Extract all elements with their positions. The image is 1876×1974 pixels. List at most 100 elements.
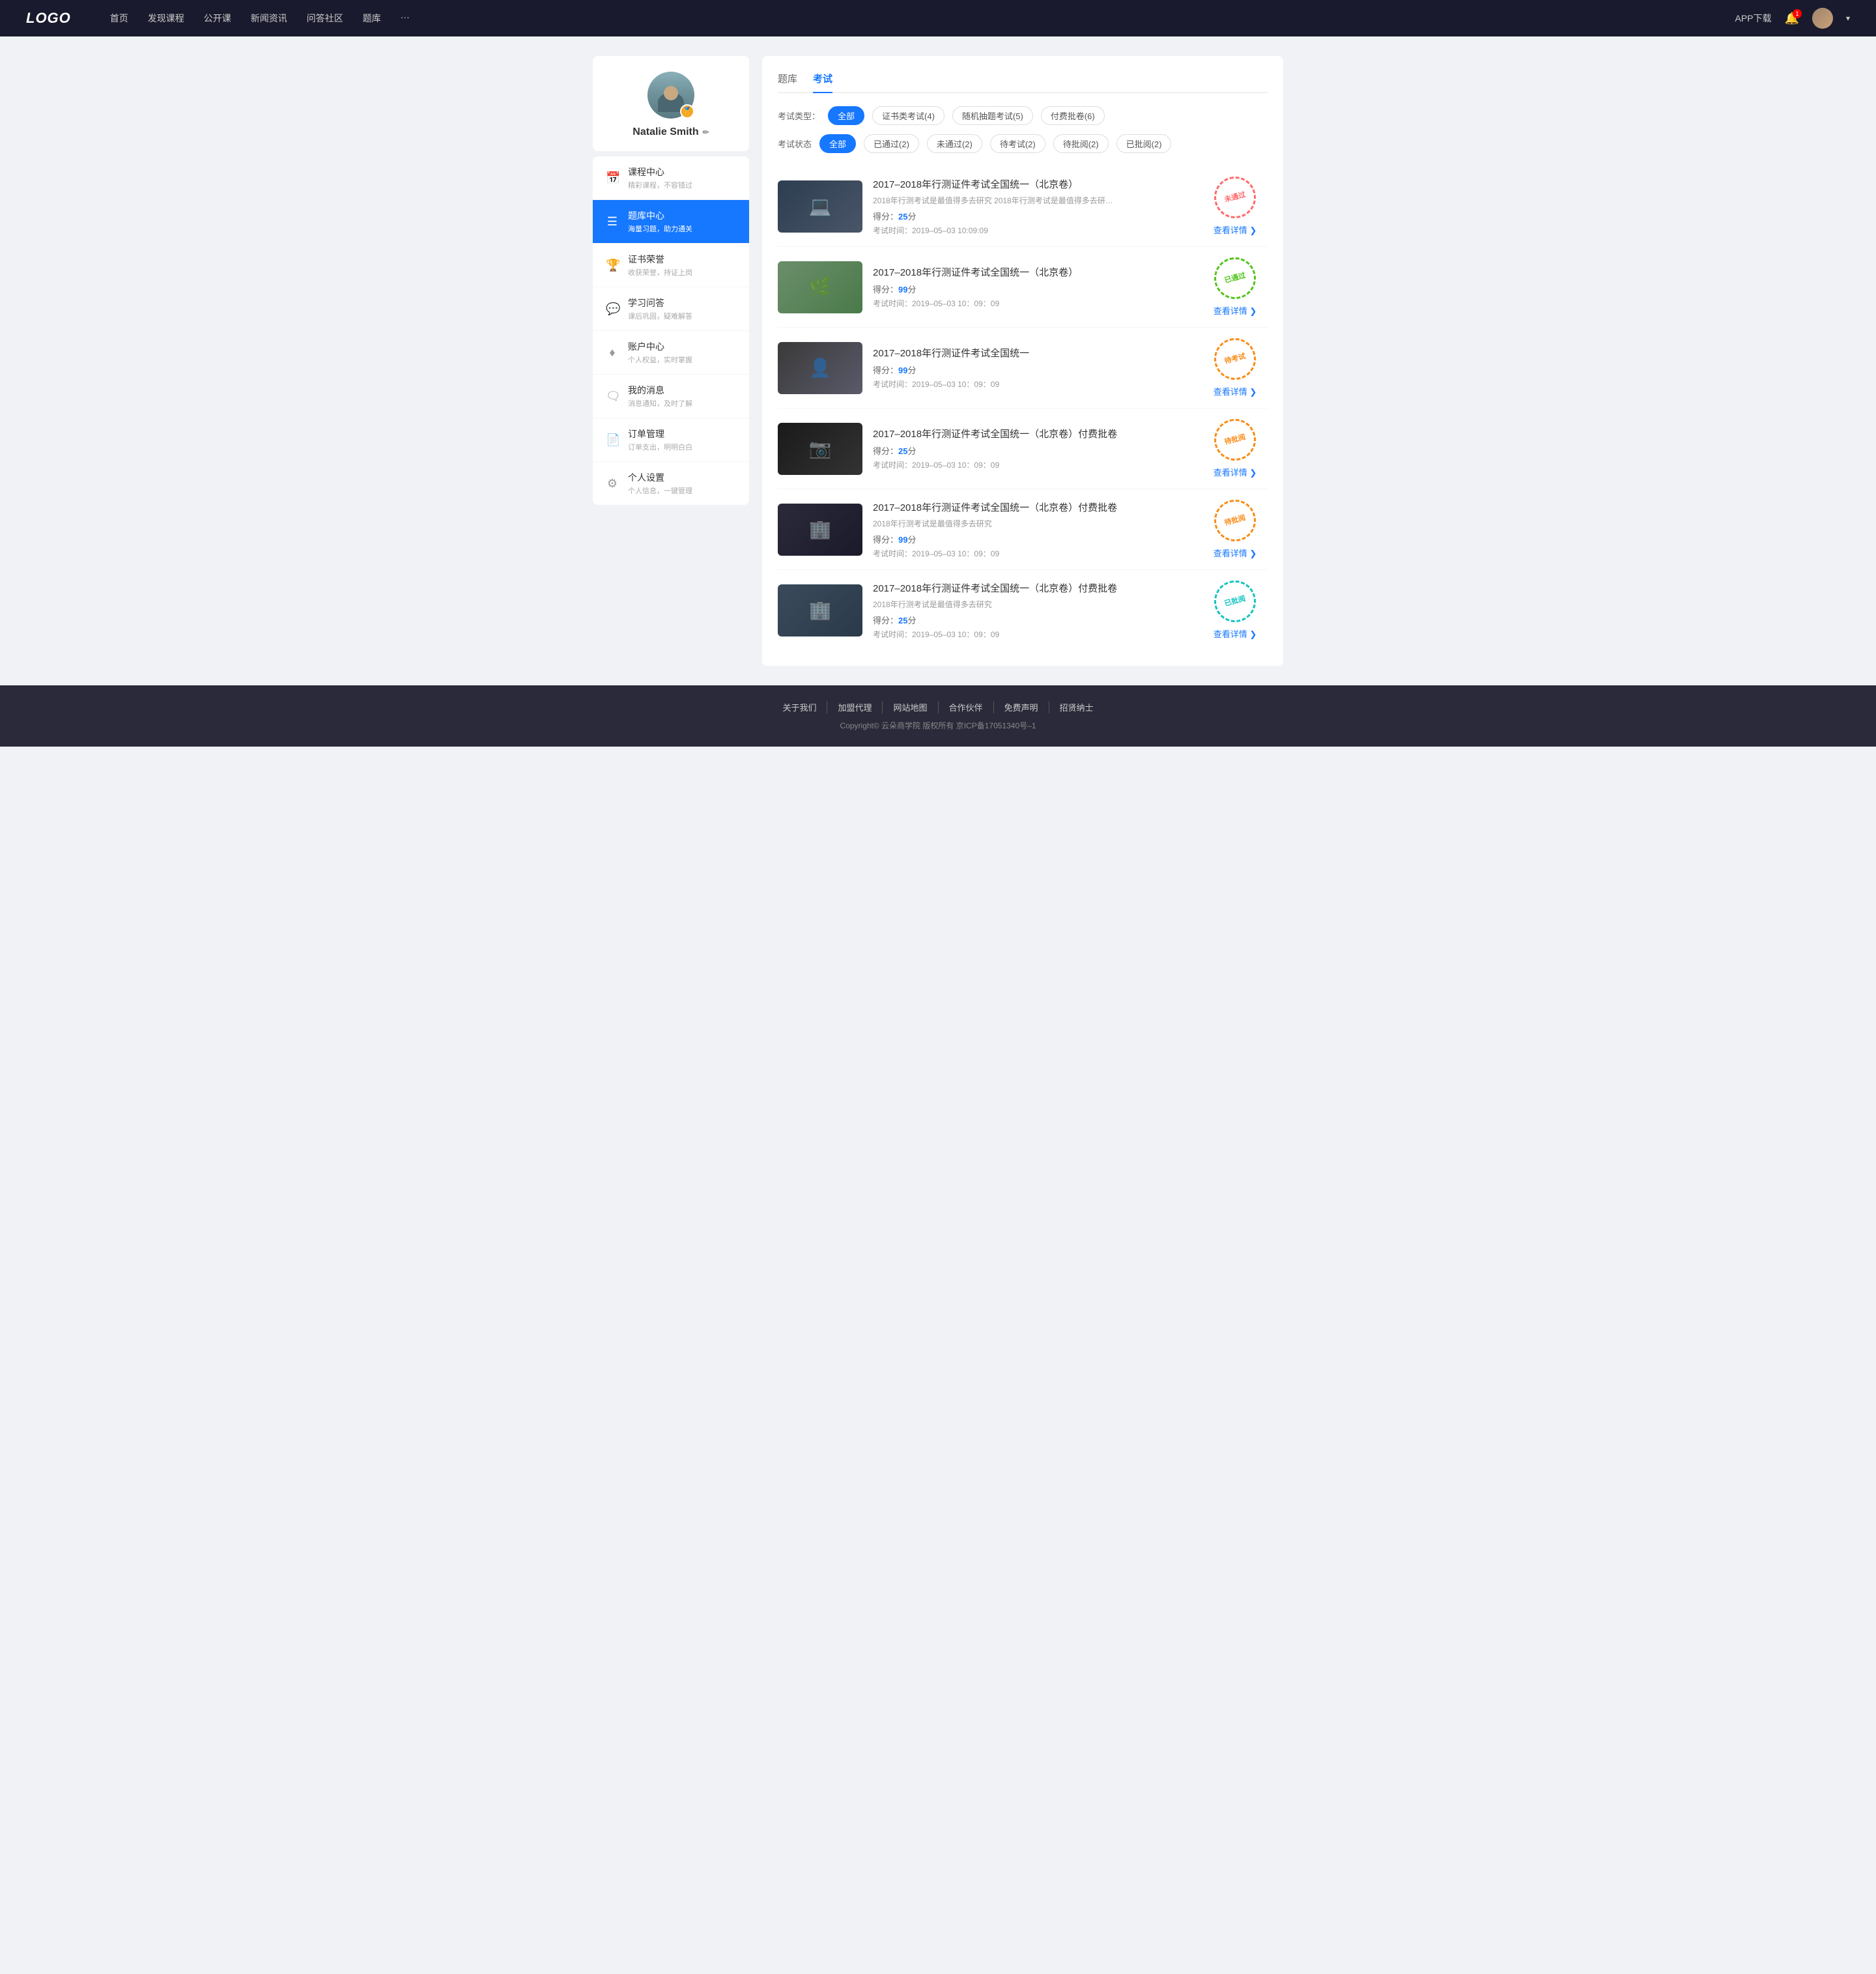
avatar[interactable] — [1812, 8, 1833, 29]
footer-link-网站地图[interactable]: 网站地图 — [883, 701, 938, 713]
footer-link-合作伙伴[interactable]: 合作伙伴 — [939, 701, 994, 713]
exam-thumbnail: 🌿 — [778, 261, 862, 313]
nav-item-首页[interactable]: 首页 — [110, 12, 128, 25]
orders-title: 订单管理 — [628, 427, 736, 440]
exam-status-wrap: 已批阅 查看详情 ❯ — [1202, 580, 1268, 640]
exam-status-stamp: 已批阅 — [1210, 576, 1260, 627]
settings-subtitle: 个人信息，一键管理 — [628, 485, 736, 496]
exam-item-2: 🌿 2017–2018年行测证件考试全国统一（北京卷） 得分：99分 考试时间：… — [778, 247, 1268, 328]
content-area: 题库考试 考试类型： 全部证书类考试(4) 随机抽题考试(5) 付费批卷(6) 考试… — [762, 56, 1283, 666]
course-icon: 📅 — [606, 171, 619, 185]
filter-status-已通过(2)[interactable]: 已通过(2) — [864, 134, 919, 153]
exam-detail-link[interactable]: 查看详情 ❯ — [1214, 547, 1257, 559]
notification-bell[interactable]: 🔔 1 — [1785, 12, 1799, 25]
notification-badge: 1 — [1793, 9, 1802, 18]
exam-time: 考试时间：2019–05–03 10：09：09 — [873, 298, 1192, 309]
nav-item-问答社区[interactable]: 问答社区 — [307, 12, 343, 25]
footer: 关于我们加盟代理网站地图合作伙伴免费声明招贤纳士 Copyright© 云朵商学… — [0, 685, 1876, 747]
exam-info: 2017–2018年行测证件考试全国统一（北京卷）付费批卷 得分：25分 考试时… — [873, 427, 1192, 470]
sidebar-item-qa[interactable]: 💬 学习问答 课后巩固，疑难解答 — [593, 287, 749, 331]
sidebar: 🏅 Natalie Smith ✏ 📅 课程中心 精彩课程，不容错过 ☰ 题库中… — [593, 56, 749, 666]
exam-score: 得分：25分 — [873, 210, 1192, 222]
filter-status-待批阅(2)[interactable]: 待批阅(2) — [1053, 134, 1109, 153]
exam-detail-link[interactable]: 查看详情 ❯ — [1214, 627, 1257, 640]
exam-detail-link[interactable]: 查看详情 ❯ — [1214, 385, 1257, 397]
exam-time: 考试时间：2019–05–03 10：09：09 — [873, 548, 1192, 559]
tab-考试[interactable]: 考试 — [813, 72, 832, 93]
exam-thumbnail: 👤 — [778, 342, 862, 394]
filter-status-未通过(2)[interactable]: 未通过(2) — [927, 134, 982, 153]
exam-status-wrap: 已通过 查看详情 ❯ — [1202, 257, 1268, 317]
sidebar-item-course[interactable]: 📅 课程中心 精彩课程，不容错过 — [593, 156, 749, 200]
exam-item-3: 👤 2017–2018年行测证件考试全国统一 得分：99分 考试时间：2019–… — [778, 328, 1268, 408]
exam-time: 考试时间：2019–05–03 10：09：09 — [873, 459, 1192, 470]
exam-detail-link[interactable]: 查看详情 ❯ — [1214, 466, 1257, 478]
footer-link-免费声明[interactable]: 免费声明 — [994, 701, 1049, 713]
exam-score: 得分：25分 — [873, 614, 1192, 626]
nav-item-题库[interactable]: 题库 — [363, 12, 381, 25]
sidebar-item-messages[interactable]: 🗨 我的消息 消息通知，及时了解 — [593, 375, 749, 418]
exam-score: 得分：99分 — [873, 283, 1192, 295]
footer-link-招贤纳士[interactable]: 招贤纳士 — [1049, 701, 1104, 713]
exam-thumbnail: 🏢 — [778, 584, 862, 637]
exam-info: 2017–2018年行测证件考试全国统一（北京卷） 得分：99分 考试时间：20… — [873, 265, 1192, 309]
exam-status-stamp: 已通过 — [1210, 253, 1260, 304]
sidebar-item-settings[interactable]: ⚙ 个人设置 个人信息，一键管理 — [593, 462, 749, 505]
main-container: 🏅 Natalie Smith ✏ 📅 课程中心 精彩课程，不容错过 ☰ 题库中… — [580, 36, 1296, 685]
filter-type-付费批卷(6)[interactable]: 付费批卷(6) — [1041, 106, 1105, 125]
filter-type-label: 考试类型： — [778, 109, 820, 122]
footer-link-关于我们[interactable]: 关于我们 — [772, 701, 827, 713]
certificate-subtitle: 收获荣誉，持证上岗 — [628, 267, 736, 278]
exam-status-stamp: 未通过 — [1210, 172, 1260, 223]
sidebar-item-certificate[interactable]: 🏆 证书荣誉 收获荣誉，持证上岗 — [593, 244, 749, 287]
nav-item-新闻资讯[interactable]: 新闻资讯 — [251, 12, 287, 25]
orders-subtitle: 订单支出，明明白白 — [628, 442, 736, 452]
exam-item-6: 🏢 2017–2018年行测证件考试全国统一（北京卷）付费批卷 2018年行测考… — [778, 570, 1268, 650]
exam-title: 2017–2018年行测证件考试全国统一（北京卷） — [873, 177, 1192, 191]
exam-detail-link[interactable]: 查看详情 ❯ — [1214, 223, 1257, 236]
nav-item-发现课程[interactable]: 发现课程 — [148, 12, 184, 25]
account-title: 账户中心 — [628, 340, 736, 353]
filter-status-全部[interactable]: 全部 — [819, 134, 856, 153]
edit-icon[interactable]: ✏ — [703, 128, 709, 137]
exam-status-stamp: 待考试 — [1210, 334, 1260, 384]
messages-title: 我的消息 — [628, 384, 736, 397]
sidebar-item-orders[interactable]: 📄 订单管理 订单支出，明明白白 — [593, 418, 749, 462]
sidebar-profile: 🏅 Natalie Smith ✏ — [593, 56, 749, 151]
filter-type-证书类考试(4)[interactable]: 证书类考试(4) — [872, 106, 945, 125]
course-subtitle: 精彩课程，不容错过 — [628, 180, 736, 190]
exam-title: 2017–2018年行测证件考试全国统一（北京卷）付费批卷 — [873, 500, 1192, 514]
qa-icon: 💬 — [606, 302, 619, 316]
sidebar-item-question-bank[interactable]: ☰ 题库中心 海量习题，助力通关 — [593, 200, 749, 244]
account-icon: ♦ — [606, 346, 619, 360]
orders-icon: 📄 — [606, 433, 619, 447]
nav-item-···[interactable]: ··· — [401, 12, 410, 25]
filter-type-全部[interactable]: 全部 — [828, 106, 864, 125]
chevron-down-icon[interactable]: ▾ — [1846, 14, 1850, 23]
exam-info: 2017–2018年行测证件考试全国统一（北京卷） 2018年行测考试是最值得多… — [873, 177, 1192, 236]
exam-status-stamp: 待批阅 — [1210, 495, 1260, 546]
filter-status-待考试(2)[interactable]: 待考试(2) — [990, 134, 1045, 153]
sidebar-badge: 🏅 — [680, 104, 694, 119]
sidebar-item-account[interactable]: ♦ 账户中心 个人权益，实时掌握 — [593, 331, 749, 375]
tab-题库[interactable]: 题库 — [778, 72, 797, 93]
exam-score: 得分：99分 — [873, 364, 1192, 376]
app-download-link[interactable]: APP下载 — [1735, 12, 1772, 25]
messages-subtitle: 消息通知，及时了解 — [628, 398, 736, 408]
footer-link-加盟代理[interactable]: 加盟代理 — [827, 701, 883, 713]
filter-status-已批阅(2)[interactable]: 已批阅(2) — [1116, 134, 1172, 153]
exam-status-wrap: 待批阅 查看详情 ❯ — [1202, 500, 1268, 559]
exam-title: 2017–2018年行测证件考试全国统一（北京卷）付费批卷 — [873, 581, 1192, 595]
footer-links: 关于我们加盟代理网站地图合作伙伴免费声明招贤纳士 — [0, 701, 1876, 713]
qa-subtitle: 课后巩固，疑难解答 — [628, 311, 736, 321]
exam-status-stamp: 待批阅 — [1210, 414, 1260, 465]
nav-item-公开课[interactable]: 公开课 — [204, 12, 231, 25]
exam-score: 得分：25分 — [873, 444, 1192, 457]
settings-title: 个人设置 — [628, 471, 736, 484]
exam-time: 考试时间：2019–05–03 10：09：09 — [873, 379, 1192, 390]
footer-copyright: Copyright© 云朵商学院 版权所有 京ICP备17051340号–1 — [0, 720, 1876, 731]
exam-desc: 2018年行测考试是最值得多去研究 2018年行测考试是最值得多去研究 2018… — [873, 195, 1120, 206]
exam-detail-link[interactable]: 查看详情 ❯ — [1214, 304, 1257, 317]
question-bank-title: 题库中心 — [628, 209, 736, 222]
filter-type-随机抽题考试(5)[interactable]: 随机抽题考试(5) — [952, 106, 1033, 125]
